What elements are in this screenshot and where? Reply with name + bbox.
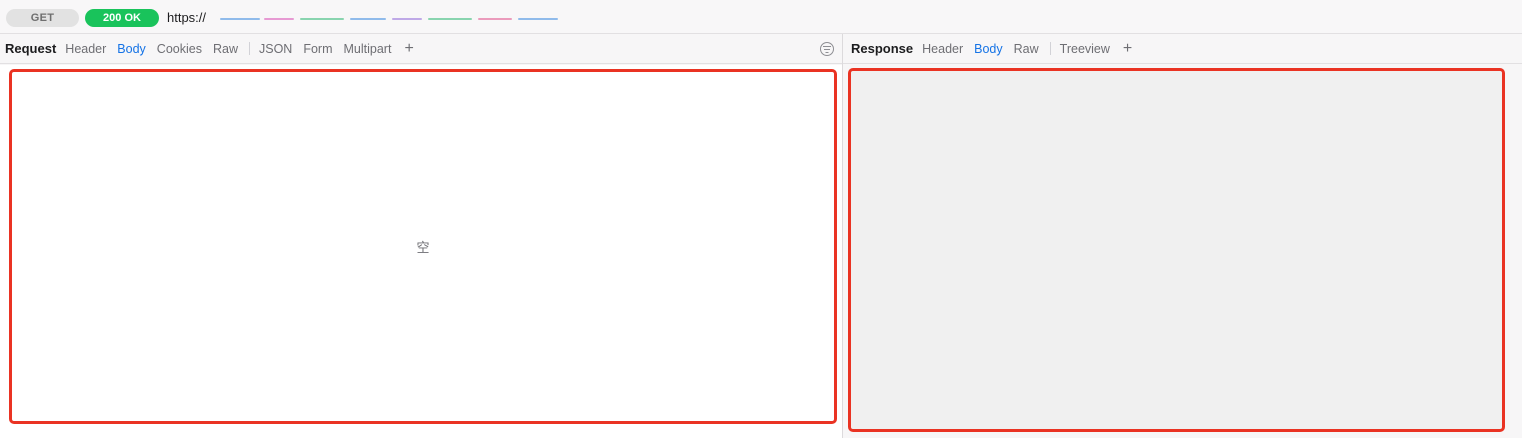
- response-body-highlight-frame: [848, 68, 1505, 432]
- tab-request-cookies[interactable]: Cookies: [157, 42, 202, 56]
- add-response-tab-button[interactable]: +: [1123, 40, 1132, 57]
- request-body-area[interactable]: 空: [0, 65, 842, 438]
- tab-request-multipart[interactable]: Multipart: [344, 42, 392, 56]
- response-panel-title: Response: [851, 41, 914, 56]
- response-body-area[interactable]: [843, 65, 1522, 438]
- empty-body-label: 空: [416, 240, 430, 255]
- url-field[interactable]: https://: [167, 9, 562, 27]
- url-redacted-path: [212, 12, 562, 24]
- request-body-highlight-frame: 空: [9, 69, 837, 424]
- tab-request-body[interactable]: Body: [117, 42, 146, 56]
- filter-icon[interactable]: [820, 42, 834, 56]
- tab-request-raw[interactable]: Raw: [213, 42, 238, 56]
- tab-request-json[interactable]: JSON: [259, 42, 292, 56]
- tab-request-form[interactable]: Form: [303, 42, 332, 56]
- tab-response-treeview[interactable]: Treeview: [1060, 42, 1110, 56]
- request-line-bar: GET 200 OK https://: [0, 0, 1522, 34]
- tab-response-body[interactable]: Body: [974, 42, 1003, 56]
- tab-separator: [1049, 42, 1051, 55]
- tab-separator: [248, 42, 250, 55]
- url-scheme: https://: [167, 10, 207, 25]
- tab-request-header[interactable]: Header: [65, 42, 106, 56]
- add-request-tab-button[interactable]: +: [404, 40, 413, 57]
- tab-response-raw[interactable]: Raw: [1014, 42, 1039, 56]
- request-tab-bar: Request Header Body Cookies Raw JSON For…: [0, 34, 843, 64]
- tab-response-header[interactable]: Header: [922, 42, 963, 56]
- method-badge[interactable]: GET: [6, 9, 79, 27]
- status-badge: 200 OK: [85, 9, 159, 27]
- response-tab-bar: Response Header Body Raw Treeview +: [843, 34, 1522, 64]
- request-panel-title: Request: [5, 41, 57, 56]
